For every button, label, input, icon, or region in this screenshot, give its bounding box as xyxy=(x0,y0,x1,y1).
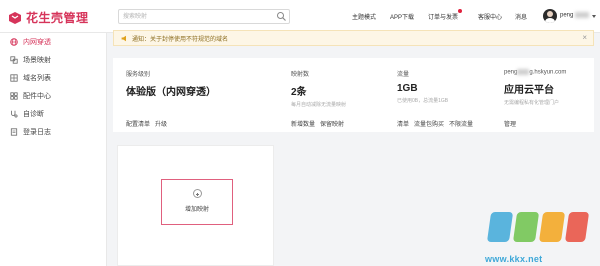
sidebar-item-intranet[interactable]: 内网穿透 xyxy=(0,33,107,51)
domain-redaction xyxy=(517,69,530,75)
service-level-column: 服务级别 体验版（内网穿透） xyxy=(126,69,216,98)
add-mapping-button[interactable]: 增加映射 xyxy=(161,179,233,225)
traffic-column: 流量 1GB 已使用0B，总流量1GB xyxy=(397,69,448,104)
mapping-count-note: 每月自动减除无流量映射 xyxy=(291,102,347,108)
chevron-down-icon[interactable] xyxy=(592,15,596,18)
username-text: peng xyxy=(560,12,574,19)
sidebar-item-label: 配件中心 xyxy=(23,93,51,100)
close-icon[interactable]: × xyxy=(582,34,587,42)
mapping-count-column: 映射数 2条 每月自动减除无流量映射 xyxy=(291,69,346,108)
watermark-site: www.kkx.net xyxy=(485,254,543,264)
service-level-links: 配置清单 升级 xyxy=(126,119,167,128)
config-list-link[interactable]: 配置清单 xyxy=(126,119,150,128)
document-icon xyxy=(10,128,18,136)
brand-logo-icon xyxy=(9,11,21,24)
nav-support-center[interactable]: 客服中心 xyxy=(478,12,502,21)
username-redaction xyxy=(575,12,590,18)
app-cloud-domain: peng g.hskyun.com xyxy=(504,69,566,76)
sidebar-item-label: 域名列表 xyxy=(23,75,51,82)
traffic-value: 1GB xyxy=(397,83,418,94)
traffic-links: 清单 流量包购买 不限流量 xyxy=(397,119,473,128)
traffic-list-link[interactable]: 清单 xyxy=(397,119,409,128)
sidebar-item-self-diagnosis[interactable]: 自诊断 xyxy=(0,105,107,123)
avatar[interactable] xyxy=(543,9,557,23)
nav-app-download[interactable]: APP下载 xyxy=(390,12,414,21)
service-level-label: 服务级别 xyxy=(126,72,151,78)
nav-theme-mode[interactable]: 主题模式 xyxy=(352,12,376,21)
search-input[interactable] xyxy=(119,10,269,23)
megaphone-icon xyxy=(121,35,126,41)
sidebar-item-accessory-center[interactable]: 配件中心 xyxy=(0,87,107,105)
keep-mapping-link[interactable]: 保留映射 xyxy=(320,119,344,128)
sidebar-item-domain-list[interactable]: 域名列表 xyxy=(0,69,107,87)
traffic-pack-link[interactable]: 流量包购买 xyxy=(414,119,444,128)
sidebar: 内网穿透 场景映射 域名列表 配件中心 自诊断 登录日志 xyxy=(0,33,107,266)
add-quantity-link[interactable]: 新增数量 xyxy=(291,119,315,128)
brand-name: 花生壳管理 xyxy=(26,11,89,25)
username[interactable]: peng xyxy=(560,12,590,19)
app-cloud-domain-suffix: g.hskyun.com xyxy=(529,69,567,76)
app-cloud-column: peng g.hskyun.com 应用云平台 无需编程私有化管理门户 xyxy=(504,69,566,106)
top-bar: 花生壳管理 主题模式 APP下载 订单与发票 客服中心 消息 peng xyxy=(0,0,600,33)
traffic-usage-note: 已使用0B，总流量1GB xyxy=(397,98,449,104)
brand[interactable]: 花生壳管理 xyxy=(8,9,89,26)
search-box xyxy=(118,9,290,24)
nav-orders-invoices[interactable]: 订单与发票 xyxy=(428,9,463,21)
app-cloud-note: 无需编程私有化管理门户 xyxy=(504,99,560,106)
search-icon[interactable] xyxy=(276,11,287,22)
blocks-icon xyxy=(10,92,18,100)
notice-bar: 通知：关于封停使用不符规范的域名 × xyxy=(113,30,594,46)
globe-icon xyxy=(10,38,18,46)
mapping-count-links: 新增数量 保留映射 xyxy=(291,119,344,128)
stethoscope-icon xyxy=(11,110,18,118)
nav-messages[interactable]: 消息 xyxy=(515,12,527,21)
notice-text[interactable]: 通知：关于封停使用不符规范的域名 xyxy=(132,34,228,43)
plus-icon xyxy=(193,189,202,198)
add-mapping-label: 增加映射 xyxy=(184,207,209,213)
grid-icon xyxy=(10,74,18,82)
unlimited-traffic-link[interactable]: 不限流量 xyxy=(449,119,473,128)
upgrade-link[interactable]: 升级 xyxy=(155,119,167,128)
app-cloud-links: 管理 xyxy=(504,119,516,128)
app-cloud-domain-prefix: peng xyxy=(504,69,518,76)
mapping-card: 增加映射 xyxy=(117,145,274,266)
sidebar-item-label: 内网穿透 xyxy=(23,39,51,46)
layers-icon xyxy=(10,56,18,64)
service-level-value: 体验版（内网穿透） xyxy=(126,87,216,98)
app-cloud-value: 应用云平台 xyxy=(504,84,554,96)
notification-dot xyxy=(458,9,463,13)
sidebar-item-label: 自诊断 xyxy=(23,111,44,118)
sidebar-item-label: 场景映射 xyxy=(23,57,51,64)
sidebar-item-scene-mapping[interactable]: 场景映射 xyxy=(0,51,107,69)
manage-link[interactable]: 管理 xyxy=(504,119,516,128)
sidebar-item-label: 登录日志 xyxy=(23,129,51,136)
traffic-label: 流量 xyxy=(397,72,410,78)
sidebar-item-login-log[interactable]: 登录日志 xyxy=(0,123,107,141)
mapping-count-label: 映射数 xyxy=(291,72,310,78)
nav-orders-label: 订单与发票 xyxy=(428,15,459,21)
mapping-count-value: 2条 xyxy=(291,87,307,98)
account-summary-card: 服务级别 体验版（内网穿透） 配置清单 升级 映射数 2条 每月自动减除无流量映… xyxy=(113,58,594,132)
